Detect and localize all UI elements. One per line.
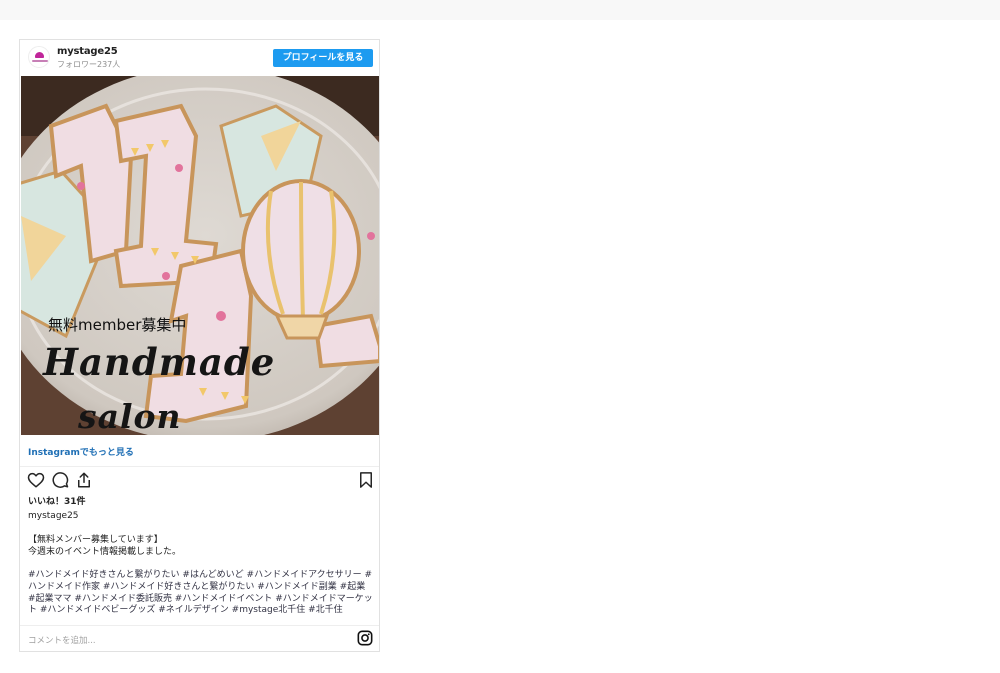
overlay-handmade-text: Handmade [43,340,276,384]
avatar[interactable] [28,46,50,68]
instagram-embed-card: mystage25 フォロワー237人 プロフィールを見る 無料member募集… [19,39,380,652]
caption-line: 今週末のイベント情報掲載しました。 [28,547,182,557]
share-icon[interactable] [75,471,93,489]
like-count[interactable]: いいね！31件 [28,494,86,507]
instagram-icon[interactable] [357,630,373,646]
action-bar [20,470,379,492]
follower-count: フォロワー237人 [57,60,121,69]
post-header: mystage25 フォロワー237人 プロフィールを見る [20,40,379,76]
caption-author[interactable]: mystage25 [28,511,79,521]
divider [20,466,379,467]
caption-line: 【無料メンバー募集しています】 [28,535,163,545]
top-bar [0,0,1000,20]
overlay-member-text: 無料member募集中 [48,316,187,334]
bookmark-icon[interactable] [357,471,375,489]
post-image[interactable]: 無料member募集中 Handmade salon [21,76,379,435]
view-more-on-instagram-link[interactable]: Instagramでもっと見る [28,445,134,458]
caption-text: 【無料メンバー募集しています】 今週末のイベント情報掲載しました。 [28,534,373,558]
divider [20,625,379,626]
comment-input-placeholder[interactable]: コメントを追加... [28,634,96,646]
overlay-salon-text: salon [78,397,182,435]
caption-hashtags[interactable]: #ハンドメイド好きさんと繋がりたい #はんどめいど #ハンドメイドアクセサリー … [28,570,373,617]
comment-icon[interactable] [51,471,69,489]
username[interactable]: mystage25 [57,46,118,57]
heart-icon[interactable] [27,471,45,489]
view-profile-button[interactable]: プロフィールを見る [273,49,373,67]
